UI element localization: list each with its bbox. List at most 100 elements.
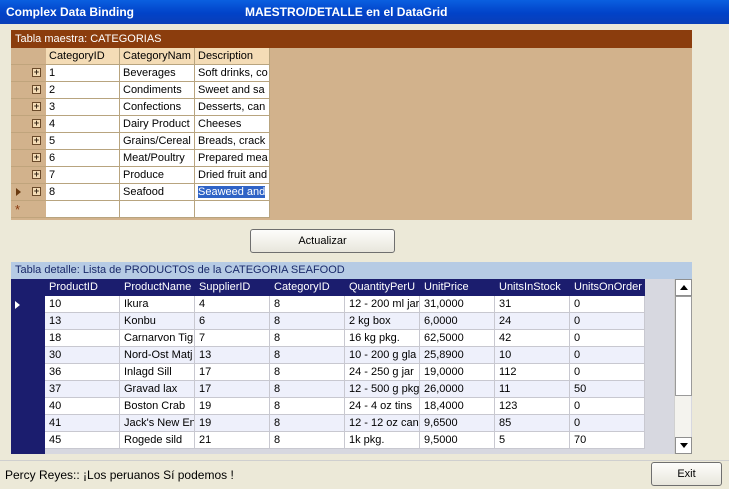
detail-vertical-scrollbar[interactable] <box>674 279 692 454</box>
detail-cell-unitsonorder[interactable]: 0 <box>570 313 645 330</box>
expand-plus-icon[interactable]: + <box>32 187 41 196</box>
master-row-selector[interactable] <box>11 65 29 82</box>
exit-button[interactable]: Exit <box>651 462 722 486</box>
detail-table-row[interactable]: 45 Rogede sild 21 8 1k pkg. 9,5000 5 70 <box>45 432 645 449</box>
master-row-expander[interactable]: + <box>29 133 46 150</box>
detail-cell-unitsinstock[interactable]: 31 <box>495 296 570 313</box>
detail-col-quantityperunit[interactable]: QuantityPerU <box>345 279 420 296</box>
master-cell-categoryname[interactable]: Dairy Product <box>120 116 195 133</box>
detail-cell-unitsonorder[interactable]: 50 <box>570 381 645 398</box>
master-cell-categoryname[interactable]: Meat/Poultry <box>120 150 195 167</box>
detail-col-unitprice[interactable]: UnitPrice <box>420 279 495 296</box>
master-cell-categoryname[interactable]: Grains/Cereal <box>120 133 195 150</box>
detail-cell-unitsinstock[interactable]: 42 <box>495 330 570 347</box>
master-cell-description[interactable]: Desserts, can <box>195 99 270 116</box>
expand-plus-icon[interactable]: + <box>32 136 41 145</box>
detail-cell-unitsonorder[interactable]: 0 <box>570 330 645 347</box>
master-cell-description[interactable]: Seaweed and <box>195 184 270 201</box>
master-datagrid[interactable]: Tabla maestra: CATEGORIAS CategoryID Cat… <box>11 30 692 220</box>
master-row-expander[interactable]: + <box>29 184 46 201</box>
detail-cell-productname[interactable]: Konbu <box>120 313 195 330</box>
master-cell-description[interactable]: Prepared mea <box>195 150 270 167</box>
detail-cell-productname[interactable]: Boston Crab <box>120 398 195 415</box>
detail-cell-quantityperunit[interactable]: 16 kg pkg. <box>345 330 420 347</box>
detail-table-row[interactable]: 18 Carnarvon Tig 7 8 16 kg pkg. 62,5000 42 0 <box>45 330 645 347</box>
detail-cell-supplierid[interactable]: 21 <box>195 432 270 449</box>
master-cell-description[interactable]: Cheeses <box>195 116 270 133</box>
detail-cell-quantityperunit[interactable]: 12 - 200 ml jar <box>345 296 420 313</box>
detail-cell-categoryid[interactable]: 8 <box>270 381 345 398</box>
master-row-expander[interactable]: + <box>29 150 46 167</box>
expand-plus-icon[interactable]: + <box>32 68 41 77</box>
detail-table-row[interactable]: 37 Gravad lax 17 8 12 - 500 g pkg 26,0000 11 50 <box>45 381 645 398</box>
detail-cell-unitsonorder[interactable]: 0 <box>570 398 645 415</box>
detail-cell-supplierid[interactable]: 13 <box>195 347 270 364</box>
detail-cell-categoryid[interactable]: 8 <box>270 364 345 381</box>
detail-col-productid[interactable]: ProductID <box>45 279 120 296</box>
master-row[interactable]: +2 Condiments Sweet and sa <box>11 82 270 99</box>
detail-cell-productid[interactable]: 30 <box>45 347 120 364</box>
expand-plus-icon[interactable]: + <box>32 153 41 162</box>
master-row[interactable]: +6 Meat/Poultry Prepared mea <box>11 150 270 167</box>
detail-cell-productname[interactable]: Rogede sild <box>120 432 195 449</box>
detail-cell-unitprice[interactable]: 25,8900 <box>420 347 495 364</box>
detail-cell-productid[interactable]: 40 <box>45 398 120 415</box>
detail-cell-unitsonorder[interactable]: 0 <box>570 347 645 364</box>
new-row-cell[interactable] <box>46 201 120 218</box>
scroll-thumb[interactable] <box>675 296 692 396</box>
master-row-selector[interactable] <box>11 167 29 184</box>
detail-cell-productid[interactable]: 36 <box>45 364 120 381</box>
detail-cell-quantityperunit[interactable]: 24 - 4 oz tins <box>345 398 420 415</box>
detail-cell-quantityperunit[interactable]: 1k pkg. <box>345 432 420 449</box>
detail-col-supplierid[interactable]: SupplierID <box>195 279 270 296</box>
master-row[interactable]: +3 Confections Desserts, can <box>11 99 270 116</box>
detail-cell-productid[interactable]: 41 <box>45 415 120 432</box>
detail-cell-categoryid[interactable]: 8 <box>270 398 345 415</box>
master-row-selector[interactable] <box>11 150 29 167</box>
expand-plus-icon[interactable]: + <box>32 102 41 111</box>
master-col-categoryname[interactable]: CategoryNam <box>120 48 195 65</box>
master-row[interactable]: +7 Produce Dried fruit and <box>11 167 270 184</box>
detail-cell-unitsinstock[interactable]: 5 <box>495 432 570 449</box>
detail-cell-unitsinstock[interactable]: 24 <box>495 313 570 330</box>
detail-cell-unitprice[interactable]: 31,0000 <box>420 296 495 313</box>
detail-cell-supplierid[interactable]: 7 <box>195 330 270 347</box>
detail-cell-unitsinstock[interactable]: 10 <box>495 347 570 364</box>
detail-table-row[interactable]: 41 Jack's New En 19 8 12 - 12 oz can 9,6500 85… <box>45 415 645 432</box>
master-row-selector[interactable] <box>11 82 29 99</box>
detail-cell-productid[interactable]: 45 <box>45 432 120 449</box>
master-row[interactable]: +1 Beverages Soft drinks, co <box>11 65 270 82</box>
master-row-selector[interactable] <box>11 184 29 201</box>
master-new-row[interactable]: * <box>11 201 270 218</box>
master-cell-categoryid[interactable]: 3 <box>46 99 120 116</box>
detail-cell-unitprice[interactable]: 9,6500 <box>420 415 495 432</box>
master-cell-categoryid[interactable]: 8 <box>46 184 120 201</box>
master-cell-description[interactable]: Breads, crack <box>195 133 270 150</box>
detail-cell-unitprice[interactable]: 26,0000 <box>420 381 495 398</box>
detail-cell-unitsinstock[interactable]: 123 <box>495 398 570 415</box>
detail-cell-categoryid[interactable]: 8 <box>270 313 345 330</box>
detail-datagrid[interactable]: Tabla detalle: Lista de PRODUCTOS de la … <box>11 262 692 454</box>
master-col-description[interactable]: Description <box>195 48 270 65</box>
detail-cell-productname[interactable]: Nord-Ost Matj <box>120 347 195 364</box>
detail-cell-quantityperunit[interactable]: 12 - 500 g pkg <box>345 381 420 398</box>
master-cell-categoryname[interactable]: Beverages <box>120 65 195 82</box>
detail-cell-supplierid[interactable]: 6 <box>195 313 270 330</box>
master-cell-categoryid[interactable]: 6 <box>46 150 120 167</box>
detail-cell-productid[interactable]: 37 <box>45 381 120 398</box>
detail-cell-quantityperunit[interactable]: 24 - 250 g jar <box>345 364 420 381</box>
master-cell-categoryname[interactable]: Produce <box>120 167 195 184</box>
new-row-cell[interactable] <box>195 201 270 218</box>
detail-cell-supplierid[interactable]: 19 <box>195 398 270 415</box>
detail-cell-productname[interactable]: Ikura <box>120 296 195 313</box>
detail-cell-unitsinstock[interactable]: 112 <box>495 364 570 381</box>
master-cell-description[interactable]: Soft drinks, co <box>195 65 270 82</box>
detail-cell-productname[interactable]: Inlagd Sill <box>120 364 195 381</box>
detail-cell-unitprice[interactable]: 19,0000 <box>420 364 495 381</box>
detail-cell-productname[interactable]: Gravad lax <box>120 381 195 398</box>
detail-cell-categoryid[interactable]: 8 <box>270 432 345 449</box>
master-row-expander[interactable]: + <box>29 82 46 99</box>
master-row-expander[interactable]: + <box>29 99 46 116</box>
master-row-selector[interactable] <box>11 116 29 133</box>
detail-col-categoryid[interactable]: CategoryID <box>270 279 345 296</box>
